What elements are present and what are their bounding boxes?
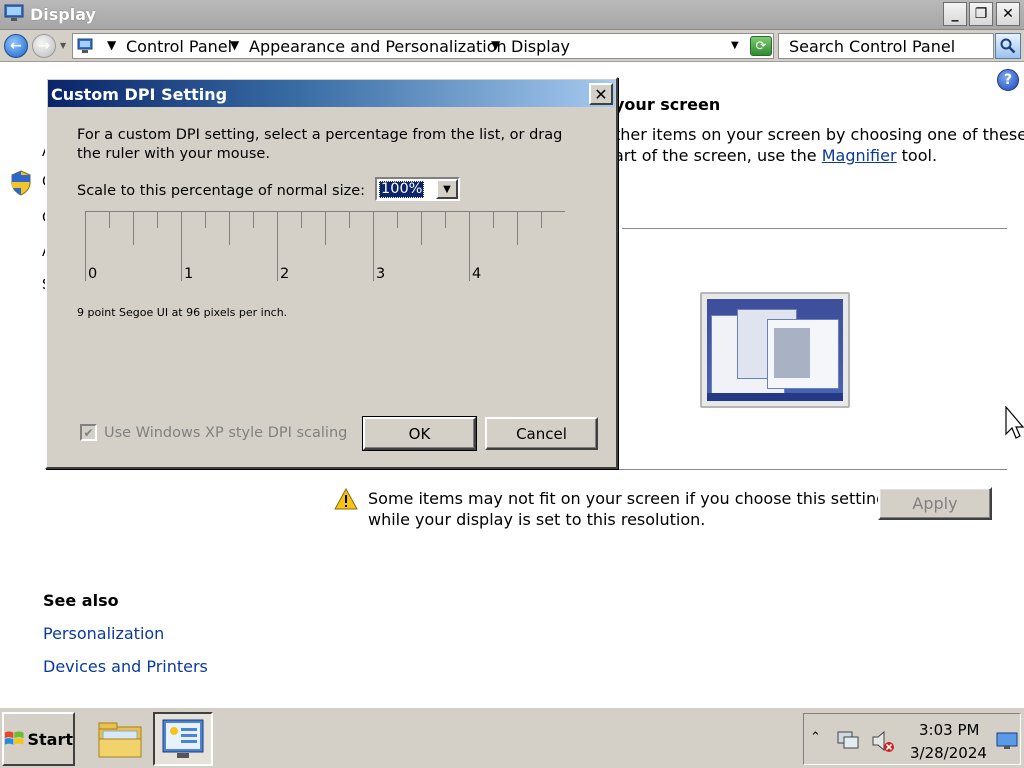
custom-dpi-dialog: Custom DPI Setting ✕ For a custom DPI se…: [45, 77, 618, 469]
ruler-label: 0: [88, 266, 98, 282]
address-history-dropdown-icon[interactable]: ▼: [731, 40, 739, 51]
maximize-button[interactable]: ❐: [969, 2, 993, 26]
clock-date[interactable]: 3/28/2024: [910, 744, 987, 762]
minimize-button[interactable]: _: [943, 2, 967, 26]
back-button[interactable]: ←: [4, 34, 28, 58]
show-desktop-icon[interactable]: [996, 732, 1018, 750]
dialog-close-button[interactable]: ✕: [589, 83, 613, 105]
display-preview-image: [700, 292, 850, 408]
warning-text: Some items may not fit on your screen if…: [368, 489, 887, 529]
page-description: ther items on your screen by choosing on…: [614, 125, 1024, 165]
start-label: Start: [27, 729, 73, 749]
close-button[interactable]: ✕: [996, 2, 1020, 26]
search-input[interactable]: Search Control Panel: [778, 33, 994, 59]
windows-logo-icon: [4, 731, 24, 745]
back-arrow-icon: ←: [10, 38, 22, 54]
refresh-button[interactable]: ⟳: [750, 36, 772, 56]
display-app-icon: [4, 4, 24, 21]
volume-muted-icon[interactable]: [870, 728, 896, 754]
chevron-down-icon[interactable]: ▼: [230, 38, 239, 52]
chevron-down-icon[interactable]: ▼: [491, 38, 500, 52]
checkmark-icon: ✔: [83, 425, 94, 440]
close-icon: ✕: [594, 84, 608, 104]
scale-percentage-value: 100%: [379, 181, 425, 198]
ruler-label: 2: [280, 266, 290, 282]
ruler-label: 1: [184, 266, 194, 282]
dpi-info-text: 9 point Segoe UI at 96 pixels per inch.: [77, 306, 288, 319]
taskbar-explorer-button[interactable]: [90, 712, 150, 766]
dpi-ruler[interactable]: 0 1 2 3 4: [85, 209, 565, 289]
cancel-button[interactable]: Cancel: [485, 417, 598, 450]
dialog-description: For a custom DPI setting, select a perce…: [77, 127, 563, 162]
apply-button[interactable]: Apply: [878, 487, 992, 520]
show-hidden-icons-icon[interactable]: ⌃: [810, 730, 821, 745]
scale-percentage-select[interactable]: 100% ▼: [375, 177, 460, 201]
window-title: Display: [30, 5, 96, 24]
xp-style-scaling-checkbox[interactable]: ✔: [80, 424, 97, 441]
chevron-down-icon[interactable]: ▼: [436, 179, 458, 199]
window-titlebar: Display _ ❐ ✕: [0, 0, 1024, 30]
taskbar-control-panel-button[interactable]: [153, 712, 213, 766]
recent-pages-dropdown-icon[interactable]: ▼: [60, 41, 66, 50]
shield-icon: [11, 170, 31, 196]
scale-label: Scale to this percentage of normal size:: [77, 183, 366, 199]
breadcrumb-display[interactable]: Display: [511, 37, 570, 56]
chevron-down-icon[interactable]: ▼: [107, 38, 116, 52]
clock-time[interactable]: 3:03 PM: [919, 721, 979, 739]
xp-style-scaling-label: Use Windows XP style DPI scaling: [104, 425, 348, 441]
breadcrumb[interactable]: ▼ Control Panel ▼ Appearance and Persona…: [72, 33, 774, 59]
search-button[interactable]: [995, 33, 1021, 59]
divider: [334, 469, 1007, 470]
personalization-link[interactable]: Personalization: [43, 624, 164, 643]
start-button[interactable]: Start: [2, 712, 75, 766]
ok-button[interactable]: OK: [362, 416, 477, 451]
forward-button[interactable]: →: [32, 34, 56, 58]
ruler-label: 4: [472, 266, 482, 282]
dialog-titlebar[interactable]: Custom DPI Setting ✕: [48, 80, 615, 107]
control-panel-icon: [162, 719, 204, 758]
divider: [622, 228, 1007, 229]
mouse-cursor-icon: [1005, 406, 1024, 439]
search-icon: [1000, 38, 1016, 54]
warning-icon: [334, 488, 358, 510]
breadcrumb-control-panel[interactable]: Control Panel: [126, 37, 232, 56]
page-heading: your screen: [614, 95, 721, 114]
see-also-heading: See also: [43, 591, 119, 610]
taskbar: Start ⌃ 3:03 PM 3/28/2024: [0, 706, 1024, 768]
ruler-label: 3: [376, 266, 386, 282]
devices-and-printers-link[interactable]: Devices and Printers: [43, 657, 208, 676]
address-bar: ← → ▼ ▼ Control Panel ▼ Appearance and P…: [0, 30, 1024, 62]
system-tray: ⌃ 3:03 PM 3/28/2024: [803, 713, 1021, 765]
folder-icon: [98, 722, 142, 758]
help-icon[interactable]: ?: [997, 69, 1019, 91]
magnifier-link[interactable]: Magnifier: [822, 146, 897, 165]
dialog-title: Custom DPI Setting: [51, 85, 228, 104]
control-panel-icon: [77, 38, 93, 53]
forward-arrow-icon: →: [38, 38, 50, 54]
breadcrumb-appearance[interactable]: Appearance and Personalization: [249, 37, 507, 56]
refresh-icon: ⟳: [755, 38, 767, 54]
network-icon[interactable]: [836, 728, 860, 752]
